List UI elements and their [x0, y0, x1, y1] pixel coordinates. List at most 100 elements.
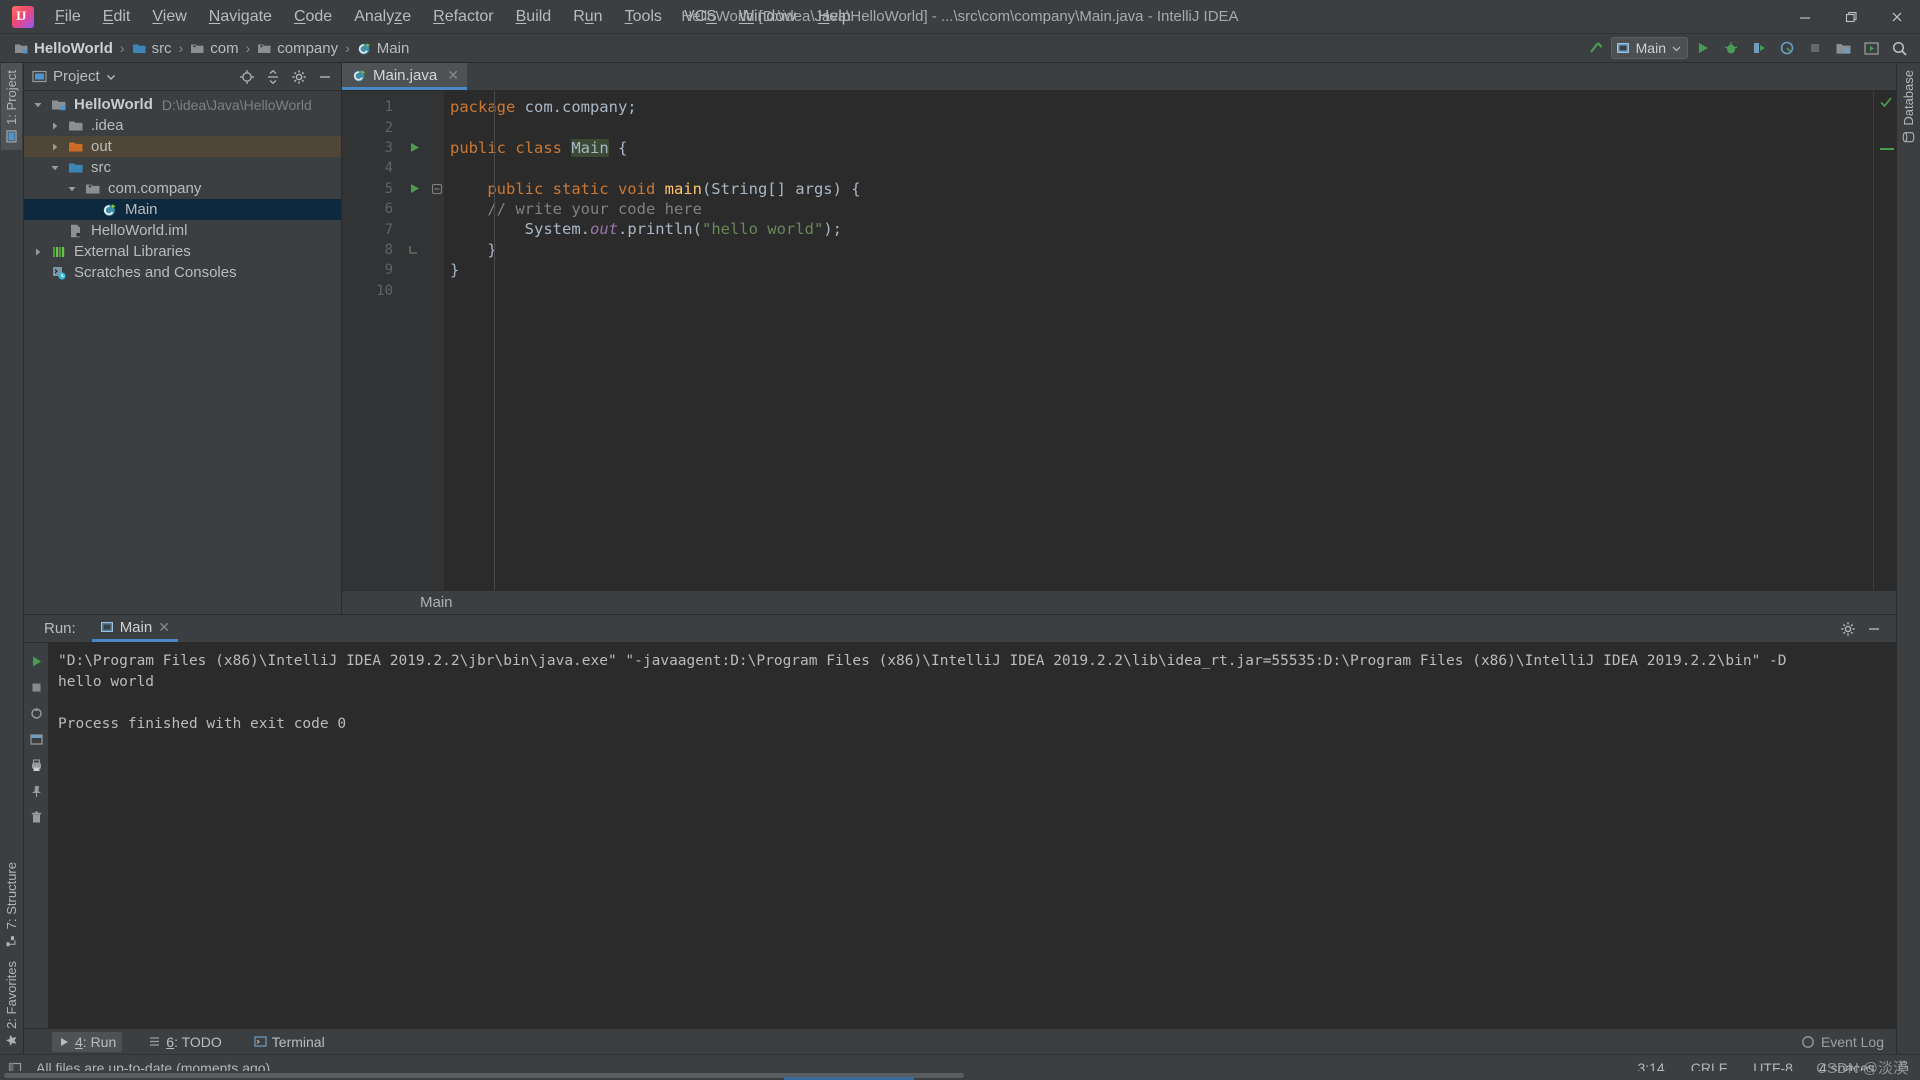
bottom-strip-label-terminal: Terminal: [271, 1033, 325, 1050]
show-in-window-icon[interactable]: [1858, 36, 1884, 60]
menu-item-window[interactable]: Window: [728, 3, 807, 31]
tree-node-com-company[interactable]: com.company: [24, 178, 341, 199]
chevron-right-icon[interactable]: [49, 120, 61, 132]
hide-minimize-icon[interactable]: [1862, 618, 1886, 640]
trash-icon[interactable]: [24, 805, 48, 829]
close-icon[interactable]: ✕: [447, 67, 459, 84]
run-class-gutter-icon[interactable]: [398, 138, 444, 158]
editor-tab-main-java[interactable]: Main.java ✕: [342, 63, 467, 90]
tree-node-src[interactable]: src: [24, 157, 341, 178]
menu-item-file[interactable]: File: [44, 3, 92, 31]
tree-node--idea[interactable]: .idea: [24, 115, 341, 136]
gutter-line-7: [398, 219, 444, 239]
line-number-1[interactable]: 1: [342, 97, 398, 117]
stop-button[interactable]: [1802, 36, 1828, 60]
menu-item-code[interactable]: Code: [283, 3, 343, 31]
settings-gear-icon[interactable]: [1836, 618, 1860, 640]
tool-window-tab-project[interactable]: 1: Project: [1, 63, 22, 150]
search-everywhere-icon[interactable]: [1886, 36, 1912, 60]
menu-item-help[interactable]: Help: [807, 3, 862, 31]
run-tab-main[interactable]: Main ✕: [91, 615, 178, 642]
run-method-gutter-icon[interactable]: [398, 179, 444, 199]
editor-breadcrumb-main[interactable]: Main: [420, 594, 453, 611]
bottom-strip-item-run[interactable]: 4: Run: [52, 1031, 123, 1052]
project-pane-actions: [235, 66, 337, 88]
run-configuration-selector[interactable]: Main: [1610, 37, 1688, 59]
structure-tool-icon: [5, 933, 18, 948]
pin-tab-icon[interactable]: [24, 779, 48, 803]
close-icon[interactable]: ✕: [158, 619, 170, 636]
line-number-7[interactable]: 7: [342, 219, 398, 239]
menu-item-analyze[interactable]: Analyze: [343, 3, 422, 31]
menu-item-build[interactable]: Build: [505, 3, 563, 31]
code-editor[interactable]: package com.company; public class Main {…: [444, 91, 1874, 590]
print-icon[interactable]: [24, 753, 48, 777]
chevron-right-icon[interactable]: [32, 246, 44, 258]
menu-item-navigate[interactable]: Navigate: [198, 3, 283, 31]
debug-button[interactable]: [1718, 36, 1744, 60]
restore-button[interactable]: [1828, 0, 1874, 34]
line-number-8[interactable]: 8: [342, 240, 398, 260]
minimize-button[interactable]: [1782, 0, 1828, 34]
close-button[interactable]: [1874, 0, 1920, 34]
restore-layout-icon[interactable]: [24, 701, 48, 725]
console-horizontal-scrollbar[interactable]: [0, 1071, 1920, 1080]
title-bar: IJ File Edit View Navigate Code Analyze Refact…: [0, 0, 1920, 34]
line-number-2[interactable]: 2: [342, 117, 398, 137]
tree-node-main[interactable]: Main: [24, 199, 341, 220]
tool-window-tab-favorites[interactable]: 2: Favorites: [1, 954, 22, 1054]
line-number-9[interactable]: 9: [342, 260, 398, 280]
package-folder-icon: [257, 41, 272, 56]
line-number-3[interactable]: 3: [342, 138, 398, 158]
menu-item-refactor[interactable]: Refactor: [422, 3, 504, 31]
bottom-strip-item-terminal[interactable]: Terminal: [248, 1032, 331, 1052]
editor-inspection-rail[interactable]: [1874, 91, 1896, 590]
tree-node-scratches-and-consoles[interactable]: Scratches and Consoles: [24, 262, 341, 283]
menu-item-run[interactable]: Run: [562, 3, 613, 31]
stop-icon[interactable]: [24, 675, 48, 699]
code-line-6: // write your code here: [450, 199, 1874, 219]
chevron-down-icon[interactable]: [32, 99, 44, 111]
breadcrumb-item-com[interactable]: com: [186, 38, 242, 59]
table-layout-icon[interactable]: [24, 727, 48, 751]
fold-collapse-icon: [431, 183, 443, 194]
locate-target-icon[interactable]: [235, 66, 259, 88]
breadcrumb-item-helloworld[interactable]: HelloWorld: [10, 38, 117, 59]
tree-node-external-libraries[interactable]: External Libraries: [24, 241, 341, 262]
run-button[interactable]: [1690, 36, 1716, 60]
tree-node-out[interactable]: out: [24, 136, 341, 157]
tool-window-tab-database[interactable]: Database: [1898, 63, 1919, 151]
bottom-strip-item-todo[interactable]: 6: TODO: [142, 1032, 228, 1052]
line-number-5[interactable]: 5: [342, 179, 398, 199]
menu-item-vcs[interactable]: VCS: [673, 3, 728, 31]
build-hammer-icon[interactable]: [1583, 36, 1609, 60]
tree-node-helloworld-iml[interactable]: HelloWorld.iml: [24, 220, 341, 241]
chevron-right-icon[interactable]: [49, 141, 61, 153]
rerun-icon[interactable]: [24, 649, 48, 673]
hide-minimize-icon[interactable]: [313, 66, 337, 88]
project-pane-title-group[interactable]: Project: [32, 68, 116, 85]
tree-node-helloworld[interactable]: HelloWorld D:\idea\Java\HelloWorld: [24, 94, 341, 115]
line-number-10[interactable]: 10: [342, 281, 398, 301]
run-console-output[interactable]: "D:\Program Files (x86)\IntelliJ IDEA 20…: [48, 643, 1896, 1028]
run-with-coverage-button[interactable]: [1746, 36, 1772, 60]
event-log-group[interactable]: Event Log: [1801, 1034, 1896, 1050]
chevron-down-icon[interactable]: [49, 162, 61, 174]
menu-item-tools[interactable]: Tools: [614, 3, 673, 31]
breadcrumb-item-main[interactable]: Main: [353, 38, 414, 59]
menu-item-view[interactable]: View: [141, 3, 197, 31]
menu-item-edit[interactable]: Edit: [92, 3, 142, 31]
breadcrumb-item-company[interactable]: company: [253, 38, 342, 59]
fold-end-icon[interactable]: [398, 240, 444, 260]
tool-window-tab-structure[interactable]: 7: Structure: [1, 855, 22, 954]
intellij-idea-window: IJ File Edit View Navigate Code Analyze Refact…: [0, 0, 1920, 1080]
line-number-4[interactable]: 4: [342, 158, 398, 178]
line-number-6[interactable]: 6: [342, 199, 398, 219]
code-line-8: }: [450, 240, 1874, 260]
chevron-down-icon[interactable]: [66, 183, 78, 195]
settings-gear-icon[interactable]: [287, 66, 311, 88]
open-project-icon[interactable]: [1830, 36, 1856, 60]
breadcrumb-item-src[interactable]: src: [128, 38, 176, 59]
profile-button[interactable]: [1774, 36, 1800, 60]
collapse-all-icon[interactable]: [261, 66, 285, 88]
